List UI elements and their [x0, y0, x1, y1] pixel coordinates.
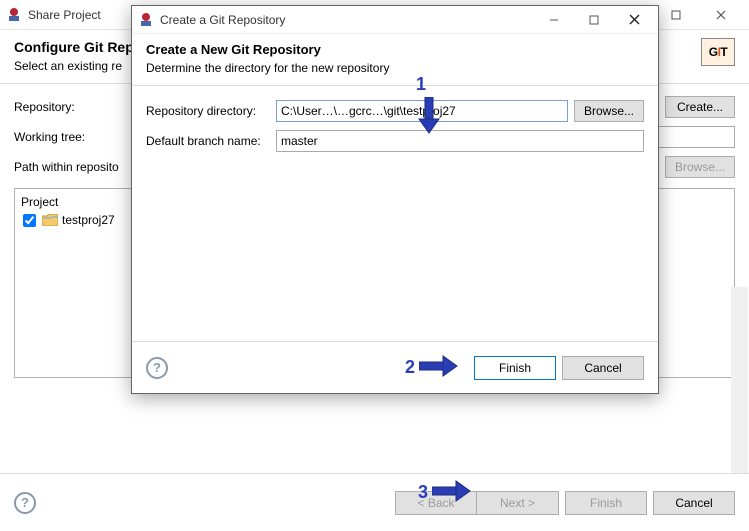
default-branch-input[interactable] [276, 130, 644, 152]
create-repo-dialog: Create a Git Repository Create a New Git… [131, 5, 659, 394]
default-branch-label: Default branch name: [146, 134, 276, 148]
annotation-2: 2 [405, 353, 459, 382]
inner-finish-button[interactable]: Finish [474, 356, 556, 380]
inner-footer: ? Finish Cancel [132, 341, 658, 393]
inner-maximize-button[interactable] [574, 7, 614, 33]
inner-help-icon[interactable]: ? [146, 357, 168, 379]
inner-title: Create a Git Repository [160, 13, 534, 27]
inner-browse-button[interactable]: Browse... [574, 100, 644, 122]
inner-minimize-button[interactable] [534, 7, 574, 33]
inner-header: Create a New Git Repository Determine th… [132, 34, 658, 86]
create-button[interactable]: Create... [665, 96, 735, 118]
annotation-1: 1 [416, 74, 442, 138]
project-item-label: testproj27 [62, 213, 115, 227]
outer-browse-button[interactable]: Browse... [665, 156, 735, 178]
help-icon[interactable]: ? [14, 492, 36, 514]
outer-footer: ? < Back Next > Finish Cancel [0, 473, 749, 531]
outer-finish-button[interactable]: Finish [565, 491, 647, 515]
inner-close-button[interactable] [614, 7, 654, 33]
outer-close-button[interactable] [698, 1, 743, 29]
inner-heading: Create a New Git Repository [146, 42, 389, 57]
inner-subheading: Determine the directory for the new repo… [146, 61, 389, 75]
outer-maximize-button[interactable] [653, 1, 698, 29]
annotation-3: 3 [418, 478, 472, 507]
repo-dir-label: Repository directory: [146, 104, 276, 118]
folder-icon [42, 214, 58, 226]
outer-cancel-button[interactable]: Cancel [653, 491, 735, 515]
scrollbar-stub[interactable] [731, 287, 748, 480]
inner-titlebar: Create a Git Repository [132, 6, 658, 34]
app-icon [6, 7, 22, 23]
project-checkbox[interactable] [23, 214, 36, 227]
next-button[interactable]: Next > [477, 491, 559, 515]
inner-body: Repository directory: Browse... Default … [132, 86, 658, 170]
git-badge-icon: GIT [701, 38, 735, 66]
inner-app-icon [138, 12, 154, 28]
inner-cancel-button[interactable]: Cancel [562, 356, 644, 380]
